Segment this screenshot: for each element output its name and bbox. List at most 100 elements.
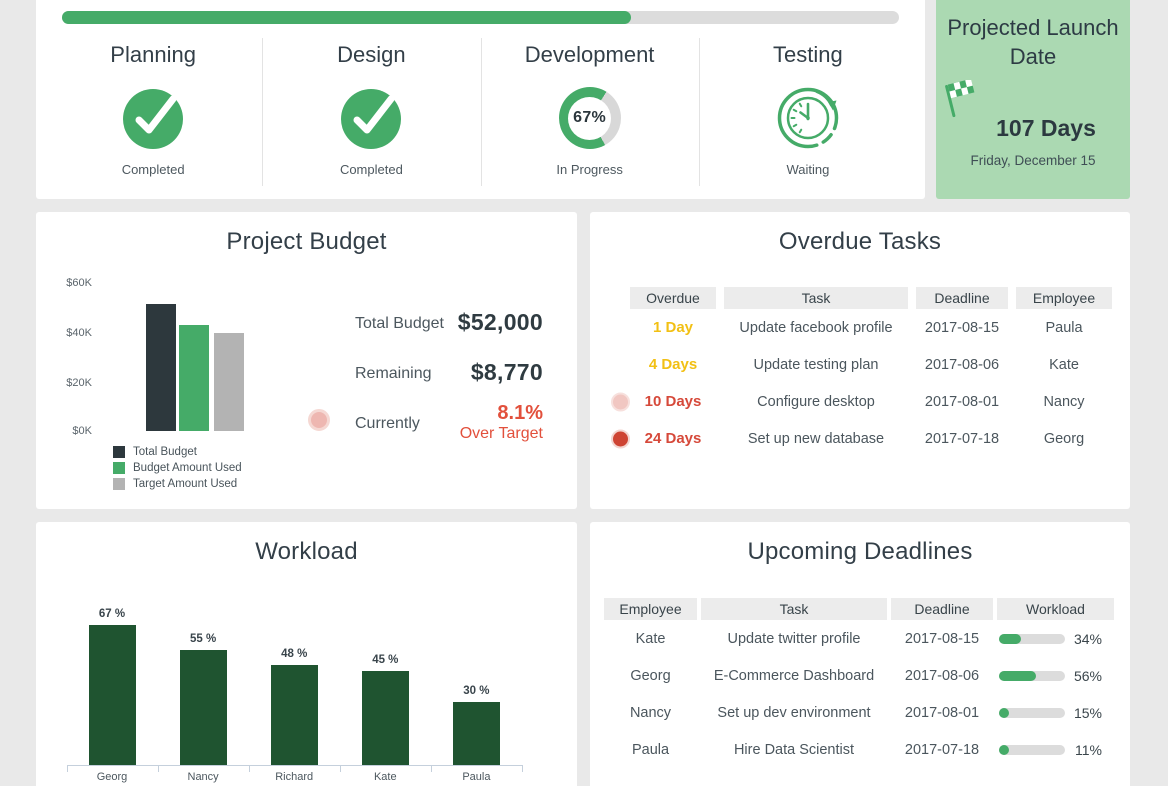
over-target-label: Over Target	[460, 425, 543, 443]
deadline-cell: 2017-08-01	[891, 705, 993, 721]
workload-bar-value: 45 %	[355, 654, 415, 666]
upcoming-deadlines-panel: Upcoming Deadlines EmployeeTaskDeadlineW…	[590, 522, 1130, 786]
deadline-cell: 2017-07-18	[891, 742, 993, 758]
budget-legend: Total Budget Budget Amount Used Target Amo…	[113, 444, 242, 492]
workload-bar	[453, 702, 500, 765]
workload-bar	[362, 671, 409, 765]
employee-cell: Kate	[1016, 357, 1112, 373]
progress-donut: 67%	[559, 87, 621, 149]
phase-column: Planning Completed	[44, 36, 262, 191]
clock-waiting-icon	[776, 86, 840, 150]
x-axis-tick	[67, 765, 68, 772]
overdue-severity-dot-icon	[611, 392, 630, 411]
workload-panel-title: Workload	[36, 538, 577, 566]
workload-bar-value: 48 %	[264, 648, 324, 660]
legend-item: Total Budget	[113, 444, 242, 460]
budget-bar	[179, 325, 209, 431]
workload-percent-label: 15%	[1074, 705, 1102, 721]
legend-label: Target Amount Used	[133, 478, 237, 490]
legend-swatch	[113, 446, 125, 458]
deadlines-table-body: Kate Update twitter profile 2017-08-15 3…	[604, 620, 1114, 768]
legend-label: Total Budget	[133, 446, 197, 458]
x-axis-tick	[158, 765, 159, 772]
phase-column: Design Completed	[262, 36, 480, 191]
overdue-days-cell: 4 Days	[630, 356, 716, 373]
employee-cell: Nancy	[1016, 394, 1112, 410]
overdue-table-row: 1 Day Update facebook profile 2017-08-15…	[630, 309, 1112, 346]
workload-progress-fill	[999, 634, 1021, 644]
overdue-days-text: 4 Days	[649, 356, 697, 373]
launch-panel-title: Projected Launch Date	[946, 13, 1120, 71]
days-remaining: 107 Days	[966, 115, 1126, 142]
currently-dot-icon	[308, 409, 330, 431]
phase-title: Testing	[773, 42, 843, 68]
phase-column: Development 67% In Progress	[481, 36, 699, 191]
budget-stat-value: $52,000	[458, 309, 543, 336]
column-header: Overdue	[630, 287, 716, 309]
legend-item: Budget Amount Used	[113, 460, 242, 476]
project-budget-panel: Project Budget $60K$40K$20K$0K Total Bud…	[36, 212, 577, 509]
overdue-table-body: 1 Day Update facebook profile 2017-08-15…	[630, 309, 1112, 457]
legend-swatch	[113, 478, 125, 490]
budget-stat-label: Total Budget	[355, 315, 444, 333]
workload-category-label: Kate	[345, 771, 425, 783]
column-header: Workload	[997, 598, 1114, 620]
overdue-days-text: 1 Day	[653, 319, 693, 336]
workload-cell: 34%	[997, 631, 1114, 647]
currently-label: Currently	[355, 415, 420, 433]
budget-y-tick: $20K	[46, 377, 92, 389]
legend-swatch	[113, 462, 125, 474]
column-header: Deadline	[891, 598, 993, 620]
column-header: Employee	[1016, 287, 1112, 309]
budget-y-tick: $0K	[46, 425, 92, 437]
overdue-days-cell: 1 Day	[630, 319, 716, 336]
task-cell: Set up dev environment	[701, 705, 887, 721]
overdue-table: OverdueTaskDeadlineEmployee 1 Day Update…	[630, 287, 1112, 457]
project-dashboard: Planning Completed Design Completed Deve…	[0, 0, 1168, 786]
phase-status-label: Completed	[340, 162, 403, 177]
workload-percent-label: 56%	[1074, 668, 1102, 684]
workload-bar	[271, 665, 318, 765]
workload-progress-fill	[999, 671, 1036, 681]
overdue-table-row: 4 Days Update testing plan 2017-08-06 Ka…	[630, 346, 1112, 383]
workload-panel: Workload 67 %Georg55 %Nancy48 %Richard45…	[36, 522, 577, 786]
task-cell: Configure desktop	[724, 394, 908, 410]
overdue-panel-title: Overdue Tasks	[590, 228, 1130, 256]
phase-status-label: Completed	[122, 162, 185, 177]
workload-cell: 15%	[997, 705, 1114, 721]
phase-title: Development	[525, 42, 655, 68]
task-cell: Hire Data Scientist	[701, 742, 887, 758]
employee-cell: Georg	[604, 668, 697, 684]
phase-status-label: Waiting	[786, 162, 829, 177]
workload-bar-value: 30 %	[446, 685, 506, 697]
phase-status-icon	[776, 86, 840, 150]
workload-progress-fill	[999, 708, 1009, 718]
employee-cell: Kate	[604, 631, 697, 647]
workload-bar	[180, 650, 227, 765]
budget-y-tick: $40K	[46, 327, 92, 339]
launch-date: Friday, December 15	[936, 153, 1130, 168]
workload-category-label: Richard	[254, 771, 334, 783]
phase-status-icon	[339, 86, 403, 150]
employee-cell: Georg	[1016, 431, 1112, 447]
phase-column: Testing Waiting	[699, 36, 917, 191]
phase-title: Planning	[110, 42, 196, 68]
overall-progress-bar	[62, 11, 899, 24]
overdue-days-cell: 24 Days	[630, 430, 716, 447]
workload-bar-value: 67 %	[82, 608, 142, 620]
deadlines-table-header: EmployeeTaskDeadlineWorkload	[604, 598, 1114, 620]
workload-cell: 56%	[997, 668, 1114, 684]
deadline-cell: 2017-07-18	[916, 431, 1008, 447]
budget-bar	[214, 333, 244, 431]
column-header: Employee	[604, 598, 697, 620]
overdue-table-header: OverdueTaskDeadlineEmployee	[630, 287, 1112, 309]
x-axis-line	[67, 765, 522, 766]
phase-columns: Planning Completed Design Completed Deve…	[44, 36, 917, 191]
overdue-table-row: 10 Days Configure desktop 2017-08-01 Nan…	[630, 383, 1112, 420]
workload-progress-pill	[999, 634, 1065, 644]
task-cell: E-Commerce Dashboard	[701, 668, 887, 684]
workload-category-label: Georg	[72, 771, 152, 783]
overdue-severity-dot-icon	[611, 429, 630, 448]
employee-cell: Paula	[1016, 320, 1112, 336]
column-header: Task	[724, 287, 908, 309]
